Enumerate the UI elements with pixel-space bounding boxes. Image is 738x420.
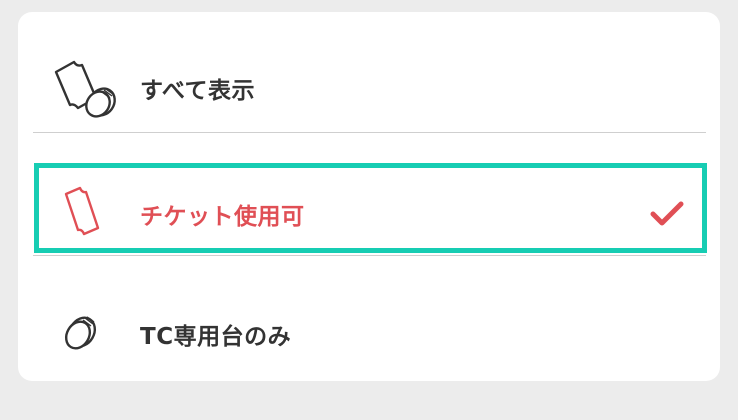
divider	[33, 132, 706, 133]
coin-icon	[52, 299, 122, 369]
filter-option-label: すべて表示	[140, 78, 255, 104]
filter-option-label: TC専用台のみ	[140, 324, 292, 350]
filter-option-show-all[interactable]: すべて表示	[18, 48, 720, 128]
ticket-coin-icon	[52, 53, 122, 123]
divider	[33, 255, 706, 256]
filter-option-tc-only[interactable]: TC専用台のみ	[18, 294, 720, 374]
selected-option-highlight	[34, 163, 707, 253]
